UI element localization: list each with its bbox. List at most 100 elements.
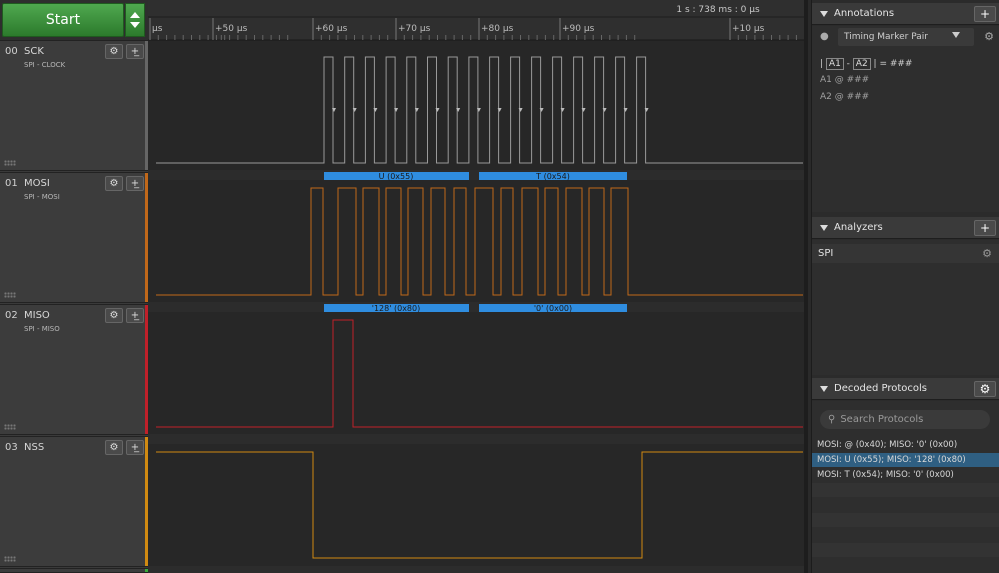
triangle-down-icon	[820, 385, 828, 392]
tick-label: µs	[152, 24, 163, 34]
drag-handle[interactable]	[4, 424, 16, 430]
waveform-view[interactable]: 1 s : 738 ms : 0 µs µs +50 µs +60 µs +70 µs…	[148, 0, 808, 573]
plus-icon: +	[979, 221, 991, 235]
mosi-trace	[156, 187, 803, 296]
miso-decode-label: '128' (0x80)	[372, 304, 420, 313]
channel-name[interactable]: MISO	[24, 310, 50, 321]
decoded-protocols-header[interactable]: Decoded Protocols ⚙	[812, 378, 999, 400]
search-icon: ⚲	[828, 414, 836, 425]
channel-trigger-button[interactable]: +̲	[126, 176, 144, 191]
cursor-time-readout: 1 s : 738 ms : 0 µs	[676, 5, 760, 15]
logic-analyzer-window: Start 00 SCK SPI - CLOCK ⚙ +̲ 01 MOSI SP…	[0, 0, 999, 573]
analyzer-name: SPI	[818, 248, 834, 259]
start-button[interactable]: Start	[2, 3, 124, 37]
tick-label: +90 µs	[562, 24, 595, 34]
gear-icon: ⚙	[109, 178, 119, 189]
gear-icon: ⚙	[979, 382, 991, 396]
decoded-row-empty	[812, 528, 999, 542]
add-annotation-button[interactable]: +	[974, 6, 996, 22]
triangle-down-icon	[820, 224, 828, 231]
triangle-down-icon	[820, 10, 828, 17]
decoded-row[interactable]: MOSI: T (0x54); MISO: '0' (0x00)	[812, 468, 999, 482]
analyzers-header[interactable]: Analyzers +	[812, 217, 999, 239]
drag-handle[interactable]	[4, 556, 16, 562]
gear-icon: ⚙	[109, 310, 119, 321]
waveform-canvas[interactable]: 1 s : 738 ms : 0 µs µs +50 µs +60 µs +70 µs…	[148, 0, 808, 573]
annotations-header[interactable]: Annotations +	[812, 3, 999, 25]
decoded-row[interactable]: MOSI: @ (0x40); MISO: '0' (0x00)	[812, 438, 999, 452]
a1-box[interactable]: A1	[825, 58, 844, 70]
channel-subtitle: SPI - MOSI	[24, 193, 60, 201]
miso-decode-label: '0' (0x00)	[534, 304, 572, 313]
decoded-protocols-title: Decoded Protocols	[834, 383, 928, 394]
channel-trigger-button[interactable]: +̲	[126, 44, 144, 59]
gear-icon: ⚙	[109, 46, 119, 57]
tick-label: +70 µs	[398, 24, 431, 34]
gear-icon[interactable]: ⚙	[982, 247, 992, 260]
nss-trace	[156, 451, 803, 559]
chevron-down-icon[interactable]	[952, 32, 960, 38]
channel-trigger-button[interactable]: +̲	[126, 440, 144, 455]
channel-row-nss[interactable]: 03 NSS ⚙ +̲	[0, 436, 148, 567]
channel-name[interactable]: SCK	[24, 46, 44, 57]
marker-pair-diff: | A1 - A2 | = ###	[820, 58, 913, 70]
search-placeholder: Search Protocols	[840, 414, 924, 425]
decoded-row-empty	[812, 558, 999, 572]
timing-marker-label: Timing Marker Pair	[844, 32, 928, 42]
decoded-row-empty	[812, 498, 999, 512]
channel-number: 01	[5, 178, 18, 189]
miso-trace	[156, 319, 803, 428]
channel-subtitle: SPI - MISO	[24, 325, 60, 333]
decoded-row-text: MOSI: @ (0x40); MISO: '0' (0x00)	[817, 440, 958, 450]
decoded-row-empty	[812, 513, 999, 527]
decoded-row-empty	[812, 483, 999, 497]
search-protocols-input[interactable]: ⚲ Search Protocols	[820, 410, 990, 429]
diff-value: = ###	[879, 59, 913, 69]
trigger-edge-icon: +̲	[130, 46, 140, 57]
pin-icon: ●	[820, 31, 829, 42]
trigger-edge-icon: +̲	[130, 442, 140, 453]
channel-settings-button[interactable]: ⚙	[105, 44, 123, 59]
channel-row-mosi[interactable]: 01 MOSI SPI - MOSI ⚙ +̲	[0, 172, 148, 303]
channel-number: 02	[5, 310, 18, 321]
channel-row-sck[interactable]: 00 SCK SPI - CLOCK ⚙ +̲	[0, 40, 148, 171]
a2-position: A2 @ ###	[820, 92, 870, 102]
analyzers-title: Analyzers	[834, 222, 883, 233]
arrow-up-icon	[130, 12, 140, 18]
annotations-title: Annotations	[834, 8, 895, 19]
add-analyzer-button[interactable]: +	[974, 220, 996, 236]
channel-settings-button[interactable]: ⚙	[105, 440, 123, 455]
tick-label: +80 µs	[481, 24, 514, 34]
arrow-down-icon	[130, 22, 140, 28]
channel-sidebar: Start 00 SCK SPI - CLOCK ⚙ +̲ 01 MOSI SP…	[0, 0, 148, 573]
channel-name[interactable]: MOSI	[24, 178, 50, 189]
right-panel: Annotations + ● Timing Marker Pair ⚙ | A…	[811, 0, 999, 573]
channel-row-miso[interactable]: 02 MISO SPI - MISO ⚙ +̲	[0, 304, 148, 435]
decoded-row-text: MOSI: T (0x54); MISO: '0' (0x00)	[817, 470, 954, 480]
annotations-body: ● Timing Marker Pair ⚙ | A1 - A2 | = ###…	[812, 26, 999, 212]
channel-name[interactable]: NSS	[24, 442, 44, 453]
decoded-row-selected[interactable]: MOSI: U (0x55); MISO: '128' (0x80)	[812, 453, 999, 467]
start-area: Start	[0, 0, 148, 40]
a2-box[interactable]: A2	[852, 58, 871, 70]
sck-sample-markers	[332, 108, 649, 112]
decoded-settings-button[interactable]: ⚙	[974, 381, 996, 397]
channel-trigger-button[interactable]: +̲	[126, 308, 144, 323]
plus-icon: +	[979, 7, 991, 21]
channel-number: 00	[5, 46, 18, 57]
channel-settings-button[interactable]: ⚙	[105, 176, 123, 191]
timing-marker-pair[interactable]: Timing Marker Pair	[838, 28, 974, 46]
channel-settings-button[interactable]: ⚙	[105, 308, 123, 323]
waveform-scrollbar[interactable]	[804, 0, 808, 573]
channel-subtitle: SPI - CLOCK	[24, 61, 66, 69]
tick-label: +60 µs	[315, 24, 348, 34]
start-options-toggle[interactable]	[125, 3, 145, 37]
drag-handle[interactable]	[4, 292, 16, 298]
gear-icon[interactable]: ⚙	[984, 30, 994, 43]
decoded-row-text: MOSI: U (0x55); MISO: '128' (0x80)	[817, 455, 966, 465]
tick-label: +50 µs	[215, 24, 248, 34]
drag-handle[interactable]	[4, 160, 16, 166]
mosi-decode-label: T (0x54)	[535, 172, 570, 181]
analyzer-item-spi[interactable]: SPI ⚙	[812, 244, 999, 263]
mosi-decode-label: U (0x55)	[379, 172, 414, 181]
